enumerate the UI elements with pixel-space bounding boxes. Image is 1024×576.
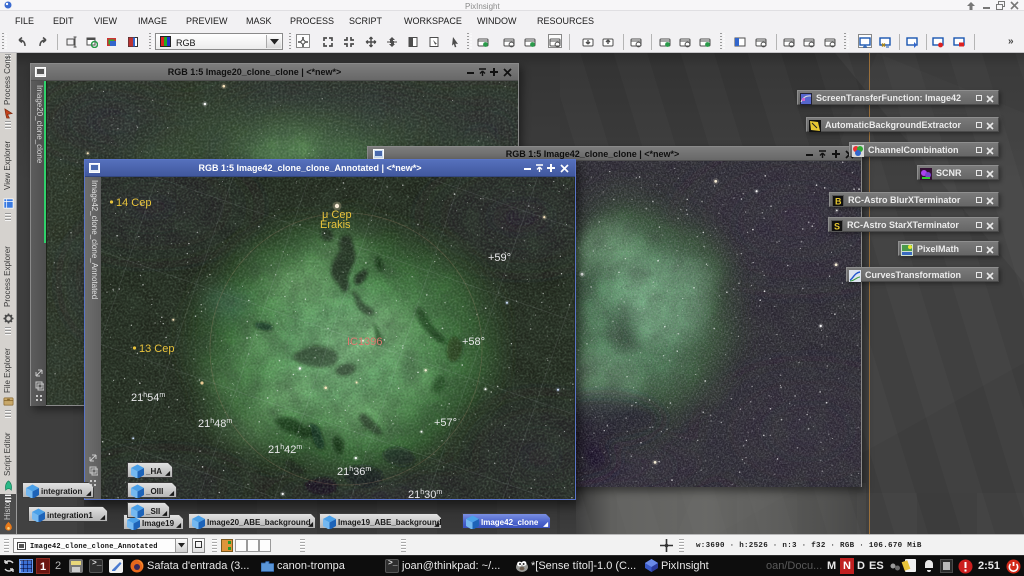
svg-text:+58°: +58° — [462, 336, 485, 348]
svg-text:+57°: +57° — [434, 417, 457, 429]
svg-text:Erakis: Erakis — [320, 219, 351, 231]
svg-text:S: S — [834, 222, 840, 232]
svg-text:B: B — [835, 197, 842, 207]
svg-text:13 Cep: 13 Cep — [139, 343, 174, 355]
svg-text:14 Cep: 14 Cep — [116, 197, 151, 209]
svg-text:IC1396: IC1396 — [347, 336, 382, 348]
svg-text:+59°: +59° — [488, 252, 511, 264]
